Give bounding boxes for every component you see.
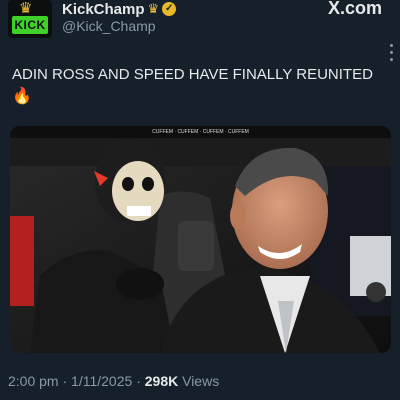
display-name[interactable]: KickChamp (62, 1, 145, 18)
x-watermark: X.com (327, 0, 382, 18)
views-label: Views (182, 373, 220, 389)
crown-icon: ♛ (19, 0, 33, 17)
crown-emoji-icon: ♛ (147, 1, 160, 16)
media-image (10, 126, 391, 353)
separator-dot: · (62, 373, 72, 389)
avatar[interactable]: ♛ KICK (8, 0, 52, 38)
tweet-time[interactable]: 2:00 pm (8, 373, 59, 389)
tweet-body: ADIN ROSS AND SPEED HAVE FINALLY REUNITE… (12, 66, 373, 83)
tweet-metadata: 2:00 pm · 1/11/2025 · 298K Views (8, 373, 219, 389)
user-handle[interactable]: @Kick_Champ (62, 18, 156, 34)
tweet-header: ♛ KICK KickChamp ♛ ✓ @Kick_Champ X.com (0, 0, 400, 44)
avatar-logo-text: KICK (12, 16, 48, 34)
more-options-icon[interactable] (390, 40, 394, 66)
stream-caption: CUFFEM · CUFFEM · CUFFEM · CUFFEM (10, 126, 391, 138)
views-count[interactable]: 298K (145, 373, 178, 389)
tweet-media[interactable]: CUFFEM · CUFFEM · CUFFEM · CUFFEM (10, 126, 391, 353)
verified-badge-icon[interactable]: ✓ (162, 2, 177, 16)
author-name-row[interactable]: KickChamp ♛ ✓ (62, 0, 177, 18)
fire-emoji: 🔥 (12, 88, 32, 105)
separator-dot: · (136, 373, 145, 389)
tweet-text: ADIN ROSS AND SPEED HAVE FINALLY REUNITE… (12, 64, 392, 108)
tweet-date[interactable]: 1/11/2025 (71, 373, 132, 389)
